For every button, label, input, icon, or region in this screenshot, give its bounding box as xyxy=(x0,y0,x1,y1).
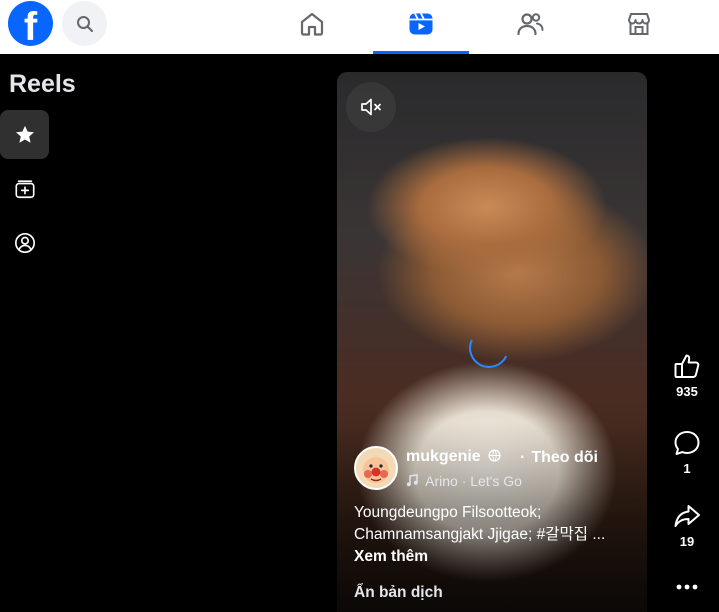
more-options-button[interactable] xyxy=(664,580,710,594)
comment-icon xyxy=(674,431,700,455)
music-separator: · xyxy=(461,473,467,489)
page-title: Reels xyxy=(9,70,76,98)
sidebar-item-reels[interactable] xyxy=(0,110,49,159)
author-name[interactable]: mukgenie xyxy=(406,448,501,466)
nav-tab-marketplace[interactable] xyxy=(591,0,687,48)
nav-tab-friends[interactable] xyxy=(482,0,578,48)
like-action[interactable]: 935 xyxy=(664,352,710,399)
comment-count: 1 xyxy=(683,461,691,476)
music-title: Let's Go xyxy=(470,473,522,489)
reel-video[interactable]: mukgenie · Theo dõi Arino · Let's Go Youn… xyxy=(337,72,647,612)
share-action[interactable]: 19 xyxy=(664,502,710,549)
music-info[interactable]: Arino · Let's Go xyxy=(406,473,522,489)
top-navigation-bar: f xyxy=(0,0,719,54)
reel-caption: Youngdeungpo Filsootteok; Chamnamsangjak… xyxy=(354,502,639,546)
marketplace-icon xyxy=(628,13,650,35)
facebook-logo[interactable]: f xyxy=(8,1,53,46)
author-name-text[interactable]: mukgenie xyxy=(406,448,481,465)
share-icon xyxy=(674,505,700,527)
see-more-link[interactable]: Xem thêm xyxy=(354,548,428,566)
follow-label[interactable]: Theo dõi xyxy=(531,449,598,466)
caption-line: Youngdeungpo Filsootteok; xyxy=(354,504,542,521)
follow-button[interactable]: · Theo dõi xyxy=(520,449,598,467)
more-icon xyxy=(676,584,698,590)
like-icon xyxy=(674,354,700,378)
friends-icon xyxy=(517,13,544,36)
video-icon xyxy=(409,13,433,35)
sidebar-item-create-reel[interactable] xyxy=(0,164,49,213)
like-count: 935 xyxy=(676,384,698,399)
nav-tab-home[interactable] xyxy=(264,0,360,48)
nav-tab-video[interactable] xyxy=(373,0,469,54)
search-button[interactable] xyxy=(62,1,107,46)
globe-icon xyxy=(488,449,501,462)
home-icon xyxy=(300,12,324,36)
speaker-muted-icon xyxy=(361,98,381,116)
profile-icon xyxy=(14,232,35,253)
comment-action[interactable]: 1 xyxy=(664,429,710,476)
create-reel-icon xyxy=(14,179,35,198)
character-avatar-icon xyxy=(356,448,396,488)
share-count: 19 xyxy=(679,534,695,549)
caption-line: Chamnamsangjakt Jjigae; #갈막집 ... xyxy=(354,526,606,543)
loading-spinner xyxy=(463,322,515,374)
hide-translation-link[interactable]: Ẩn bản dịch xyxy=(354,584,443,602)
avatar[interactable] xyxy=(354,446,398,490)
sidebar-item-profile[interactable] xyxy=(0,218,49,267)
music-note-icon xyxy=(406,473,418,487)
star-icon xyxy=(15,125,34,143)
dot-separator: · xyxy=(520,449,526,466)
search-icon xyxy=(76,15,93,32)
mute-button[interactable] xyxy=(346,82,396,132)
music-artist: Arino xyxy=(425,473,458,489)
